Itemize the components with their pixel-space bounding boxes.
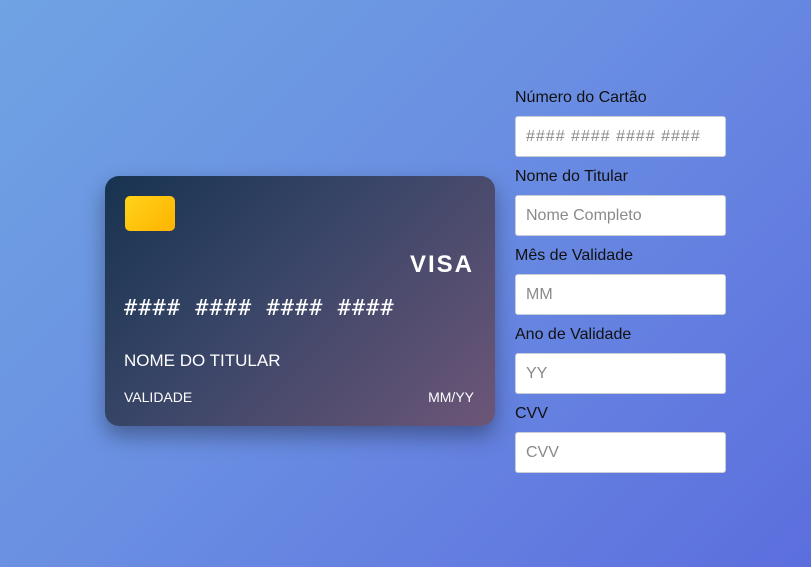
card-number-display: #### #### #### #### [124, 296, 395, 321]
holder-name-field-group: Nome do Titular [515, 167, 727, 246]
month-input[interactable] [515, 274, 726, 315]
card-chip-icon [125, 196, 175, 231]
card-number-field-group: Número do Cartão [515, 88, 727, 167]
card-holder-display: NOME DO TITULAR [124, 351, 281, 370]
cvv-label: CVV [515, 405, 548, 422]
card-validity-display: MM/YY [428, 389, 474, 405]
month-label: Mês de Validade [515, 247, 633, 264]
month-field-group: Mês de Validade [515, 246, 727, 325]
credit-card-preview: VISA #### #### #### #### NOME DO TITULAR… [105, 176, 495, 426]
cvv-field-group: CVV [515, 404, 727, 483]
year-field-group: Ano de Validade [515, 325, 727, 404]
card-brand: VISA [409, 251, 474, 278]
card-number-input[interactable] [515, 116, 726, 157]
card-number-label: Número do Cartão [515, 89, 647, 106]
holder-name-label: Nome do Titular [515, 168, 628, 185]
holder-name-input[interactable] [515, 195, 726, 236]
cvv-input[interactable] [515, 432, 726, 473]
card-form: Número do Cartão Nome do Titular Mês de … [515, 88, 727, 483]
year-label: Ano de Validade [515, 326, 632, 343]
year-input[interactable] [515, 353, 726, 394]
card-validity-label: VALIDADE [124, 389, 193, 405]
